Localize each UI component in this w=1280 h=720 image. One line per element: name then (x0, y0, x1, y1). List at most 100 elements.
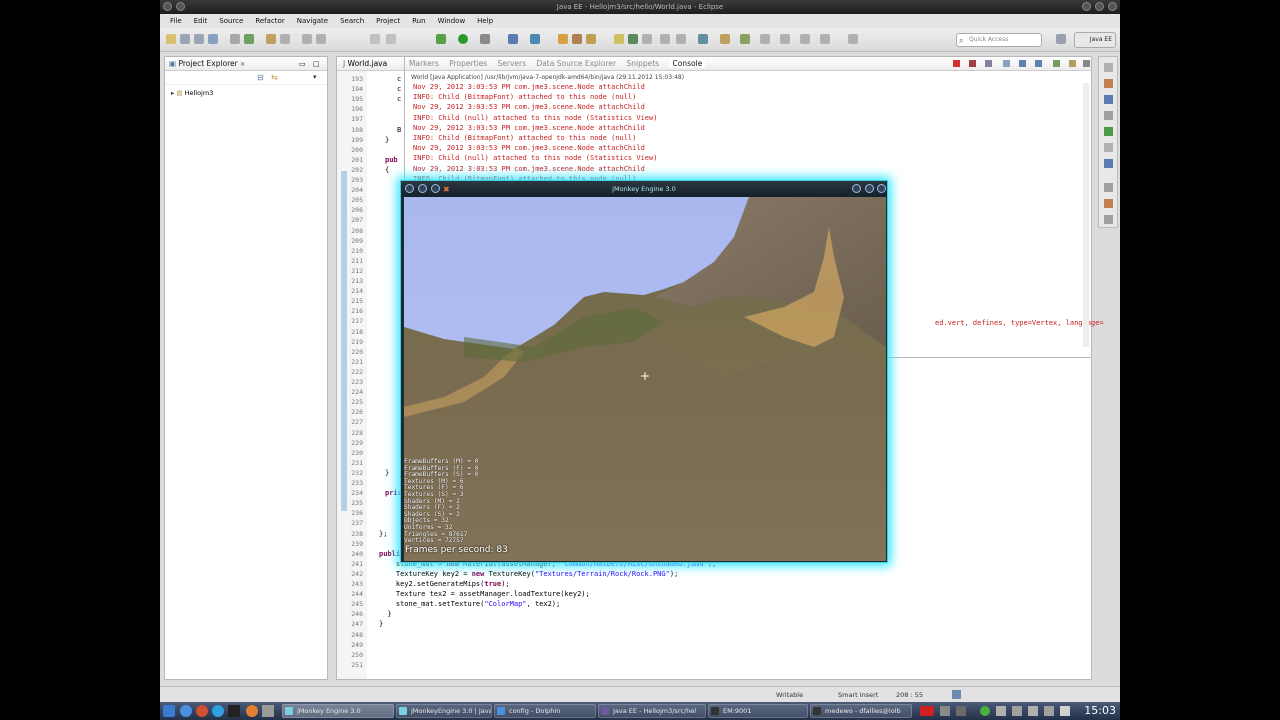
tab-markers[interactable]: Markers (409, 59, 439, 68)
quick-access-field[interactable]: ⌕ Quick Access (956, 33, 1042, 47)
maximize-view-icon[interactable]: □ (313, 57, 320, 71)
apps-launcher-icon[interactable] (262, 705, 274, 717)
taskbar-app-konsole[interactable]: medewo - dfallies@lolb (810, 704, 912, 718)
menu-run[interactable]: Run (406, 14, 431, 28)
jme-shade-icon[interactable] (431, 184, 440, 193)
tray-icon-1[interactable] (940, 706, 950, 716)
pin-icon[interactable] (176, 2, 185, 11)
external-tools-icon[interactable] (480, 34, 490, 44)
toggle-mark-icon[interactable] (660, 34, 670, 44)
problems-icon[interactable] (1104, 127, 1113, 136)
tray-icon-8[interactable] (1060, 706, 1070, 716)
firefox-launcher-icon[interactable] (246, 705, 258, 717)
terminal-launcher-icon[interactable] (228, 705, 240, 717)
open-console-icon[interactable] (1069, 60, 1076, 67)
taskbar-app-em[interactable]: EM:9001 (708, 704, 808, 718)
skype-launcher-icon[interactable] (212, 705, 224, 717)
task-list-icon[interactable] (1104, 79, 1113, 88)
server-icon[interactable] (244, 34, 254, 44)
next-annotation-icon[interactable] (628, 34, 638, 44)
outline-icon[interactable] (1104, 63, 1113, 72)
search-view-icon[interactable] (1104, 159, 1113, 168)
pin-editor-icon[interactable] (720, 34, 730, 44)
build-icon[interactable] (230, 34, 240, 44)
nav-icon[interactable] (316, 34, 326, 44)
close-tab-icon[interactable]: ✕ (240, 61, 245, 68)
remove-launch-icon[interactable] (969, 60, 976, 67)
tray-icon-7[interactable] (1044, 706, 1054, 716)
tab-properties[interactable]: Properties (449, 59, 487, 68)
new-class-icon[interactable] (508, 34, 518, 44)
skip-icon[interactable] (302, 34, 312, 44)
history-icon[interactable] (1104, 199, 1113, 208)
tray-icon-2[interactable] (956, 706, 966, 716)
tree-item[interactable]: ▸ ▤ Hellojm3 (171, 89, 321, 97)
menu-source[interactable]: Source (213, 14, 249, 28)
menu-help[interactable]: Help (471, 14, 499, 28)
menu-edit[interactable]: Edit (188, 14, 214, 28)
last-edit-icon[interactable] (800, 34, 810, 44)
next-edit-icon[interactable] (740, 34, 750, 44)
tab-console[interactable]: Console (669, 59, 706, 68)
forward-icon[interactable] (780, 34, 790, 44)
open-task-icon[interactable] (572, 34, 582, 44)
save-all-icon[interactable] (194, 34, 204, 44)
tray-icon-3[interactable] (980, 706, 990, 716)
taskbar-app-eclipse[interactable]: Java EE - Hellojm3/src/hel (598, 704, 706, 718)
open-type-icon[interactable] (558, 34, 568, 44)
navigator-icon[interactable] (1104, 215, 1113, 224)
step-icon[interactable] (370, 34, 380, 44)
status-progress-icon[interactable] (952, 690, 961, 699)
new-icon[interactable] (166, 34, 176, 44)
back-icon[interactable] (760, 34, 770, 44)
jme-title-bar[interactable]: ✖ jMonkey Engine 3.0 (401, 181, 887, 197)
web-browser-icon[interactable] (698, 34, 708, 44)
terminate-icon[interactable] (953, 60, 960, 67)
prev-annotation-icon[interactable] (642, 34, 652, 44)
word-wrap-icon[interactable] (1035, 60, 1042, 67)
jme-window[interactable]: ✖ jMonkey Engine 3.0 + FrameBuffers (M) … (400, 180, 888, 563)
close-icon[interactable] (1108, 2, 1117, 11)
menu-navigate[interactable]: Navigate (291, 14, 334, 28)
clock[interactable]: 15:03 (1084, 704, 1116, 717)
menu-file[interactable]: File (164, 14, 188, 28)
console-mini-icon[interactable] (1104, 95, 1113, 104)
forward2-icon[interactable] (820, 34, 830, 44)
tray-record-icon[interactable] (920, 706, 934, 716)
annotation-icon[interactable] (614, 34, 624, 44)
perspective-java-ee[interactable]: Java EE (1074, 32, 1116, 48)
menu-window[interactable]: Window (432, 14, 472, 28)
toggle-icon[interactable] (266, 34, 276, 44)
mark-icon[interactable] (280, 34, 290, 44)
open-perspective-icon[interactable] (1056, 34, 1066, 44)
jme-pin-icon[interactable] (418, 184, 427, 193)
hierarchy-icon[interactable] (1104, 111, 1113, 120)
block-icon[interactable] (676, 34, 686, 44)
display-console-icon[interactable] (1053, 60, 1060, 67)
jme-3d-viewport[interactable]: + FrameBuffers (M) = 0 FrameBuffers (F) =… (404, 197, 886, 561)
window-menu-icon[interactable] (163, 2, 172, 11)
save-icon[interactable] (180, 34, 190, 44)
collapse-all-icon[interactable]: ⊟ (257, 73, 264, 82)
scroll-lock-icon[interactable] (1019, 60, 1026, 67)
jme-minimize-icon[interactable] (852, 184, 861, 193)
taskbar-app-dolphin[interactable]: config - Dolphin (494, 704, 596, 718)
clear-console-icon[interactable] (1003, 60, 1010, 67)
tab-servers[interactable]: Servers (498, 59, 527, 68)
bookmarks-icon[interactable] (1104, 183, 1113, 192)
misc-icon[interactable] (848, 34, 858, 44)
tray-icon-5[interactable] (1012, 706, 1022, 716)
view-menu2-icon[interactable] (1083, 60, 1090, 67)
tray-icon-4[interactable] (996, 706, 1006, 716)
menu-search[interactable]: Search (334, 14, 370, 28)
jme-close-icon[interactable] (877, 184, 886, 193)
maximize-icon[interactable] (1095, 2, 1104, 11)
minimize-view-icon[interactable]: ▭ (299, 57, 306, 71)
kde-menu-icon[interactable] (163, 705, 175, 717)
minimize-icon[interactable] (1082, 2, 1091, 11)
menu-project[interactable]: Project (370, 14, 406, 28)
console-scrollbar[interactable] (1083, 83, 1089, 347)
progress-icon[interactable] (1104, 143, 1113, 152)
search-icon[interactable] (586, 34, 596, 44)
jme-maximize-icon[interactable] (865, 184, 874, 193)
